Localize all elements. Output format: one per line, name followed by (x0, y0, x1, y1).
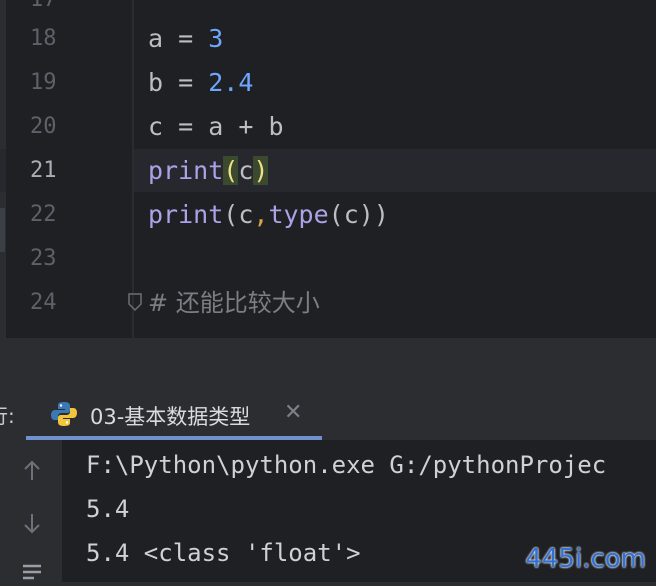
arrow-down-icon[interactable] (20, 510, 44, 536)
code-line-21[interactable]: print(c) (148, 149, 269, 193)
run-header-label: 行: (0, 404, 15, 428)
token-number: 3 (208, 24, 224, 53)
panel-divider[interactable] (0, 338, 656, 388)
watermark: 445i.com (525, 544, 646, 574)
token-var: c (343, 200, 359, 229)
line-number: 18 (30, 26, 57, 51)
run-tool-window-header: 行: 03-基本数据类型 ✕ (0, 388, 656, 440)
token-paren: ( (328, 200, 344, 229)
fold-icon[interactable] (127, 292, 143, 312)
code-line-22[interactable]: print(c,type(c)) (148, 193, 389, 237)
code-line-20[interactable]: c = a + b (148, 105, 284, 149)
code-editor[interactable]: 17 18 19 20 21 22 23 24 a = 3 b = 2.4 c … (0, 0, 656, 338)
token-op: = (178, 68, 194, 97)
wrap-lines-icon[interactable] (20, 560, 44, 586)
console-line: 5.4 (86, 495, 130, 523)
code-line-18[interactable]: a = 3 (148, 17, 223, 61)
line-number: 20 (30, 114, 57, 139)
token-paren: ( (223, 200, 239, 229)
token-op: = (178, 112, 194, 141)
token-op: = (178, 24, 194, 53)
token-var: a (208, 112, 224, 141)
run-tab[interactable]: 03-基本数据类型 ✕ (26, 388, 322, 440)
token-var: c (238, 200, 254, 229)
scroll-marker (0, 208, 5, 252)
matched-brace: ( (223, 156, 239, 185)
token-builtin: print (148, 156, 224, 185)
code-line-24[interactable]: # 还能比较大小 (148, 281, 320, 325)
token-builtin: type (268, 200, 329, 229)
arrow-up-icon[interactable] (20, 458, 44, 484)
comment-hash: # (148, 289, 169, 317)
comment-text: 还能比较大小 (175, 289, 320, 317)
close-icon[interactable]: ✕ (284, 401, 302, 425)
token-var: a (148, 24, 164, 53)
token-comma-warning: , (253, 200, 269, 229)
gutter-separator (132, 0, 134, 338)
line-number: 22 (30, 202, 57, 227)
line-number: 19 (30, 70, 57, 95)
token-var: c (148, 112, 164, 141)
console-line: 5.4 <class 'float'> (86, 539, 361, 567)
python-icon (51, 402, 77, 426)
line-number: 24 (30, 290, 57, 315)
matched-brace: ) (253, 156, 269, 185)
token-number: 2.4 (208, 68, 254, 97)
token-var: b (148, 68, 164, 97)
line-number-current: 21 (30, 158, 57, 183)
run-tab-label: 03-基本数据类型 (90, 405, 251, 429)
console-toolbar (0, 440, 62, 582)
token-builtin: print (148, 200, 224, 229)
console-line: F:\Python\python.exe G:/pythonProjec (86, 451, 607, 479)
token-op: + (238, 112, 254, 141)
token-paren: )) (358, 200, 389, 229)
code-line-19[interactable]: b = 2.4 (148, 61, 253, 105)
line-number: 23 (30, 246, 57, 271)
token-var: c (238, 156, 254, 185)
token-var: b (268, 112, 284, 141)
